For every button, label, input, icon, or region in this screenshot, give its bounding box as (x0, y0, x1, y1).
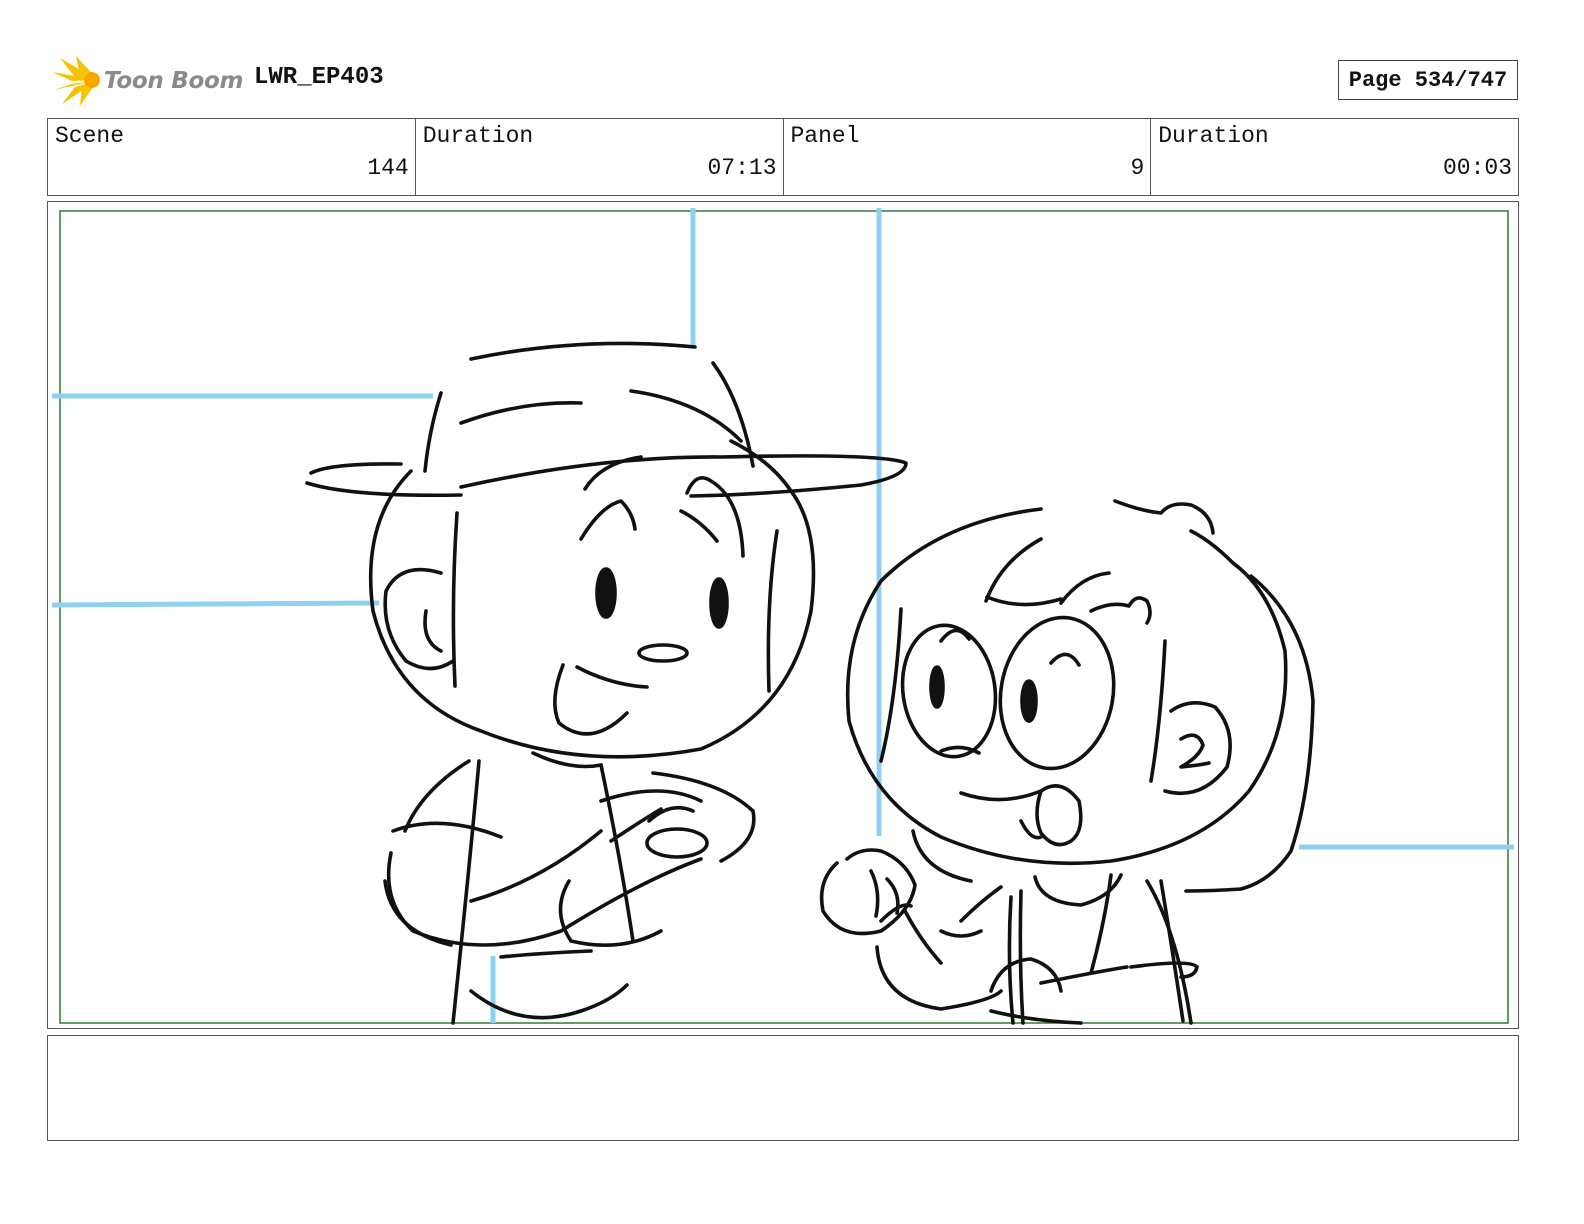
scene-cell: Scene 144 (48, 119, 416, 195)
panel-cell: Panel 9 (784, 119, 1152, 195)
panel-label: Panel (790, 123, 860, 149)
burst-icon (52, 56, 100, 106)
character-sketch (305, 341, 1315, 1025)
layout-guides (51, 208, 1514, 1023)
scene-value: 144 (367, 155, 409, 181)
project-title: LWR_EP403 (254, 64, 384, 91)
panel-value: 9 (1130, 155, 1145, 181)
toon-boom-logo: Toon Boom (52, 56, 243, 106)
logo-text: Toon Boom (104, 68, 244, 94)
panel-notes (47, 1035, 1519, 1141)
safe-frame (59, 210, 1509, 1024)
scene-duration-cell: Duration 07:13 (416, 119, 784, 195)
panel-sketch (51, 208, 1514, 1025)
scene-label: Scene (55, 123, 125, 149)
page-indicator-text: Page 534/747 (1348, 67, 1508, 93)
scene-duration-label: Duration (422, 123, 534, 149)
panel-duration-label: Duration (1158, 123, 1269, 149)
panel-duration-value: 00:03 (1442, 155, 1512, 181)
page-indicator: Page 534/747 (1338, 60, 1518, 100)
storyboard-panel (47, 201, 1519, 1029)
scene-duration-value: 07:13 (707, 155, 777, 181)
panel-duration-cell: Duration 00:03 (1151, 119, 1518, 195)
scene-info-table: Scene 144 Duration 07:13 Panel 9 Duratio… (47, 118, 1519, 196)
